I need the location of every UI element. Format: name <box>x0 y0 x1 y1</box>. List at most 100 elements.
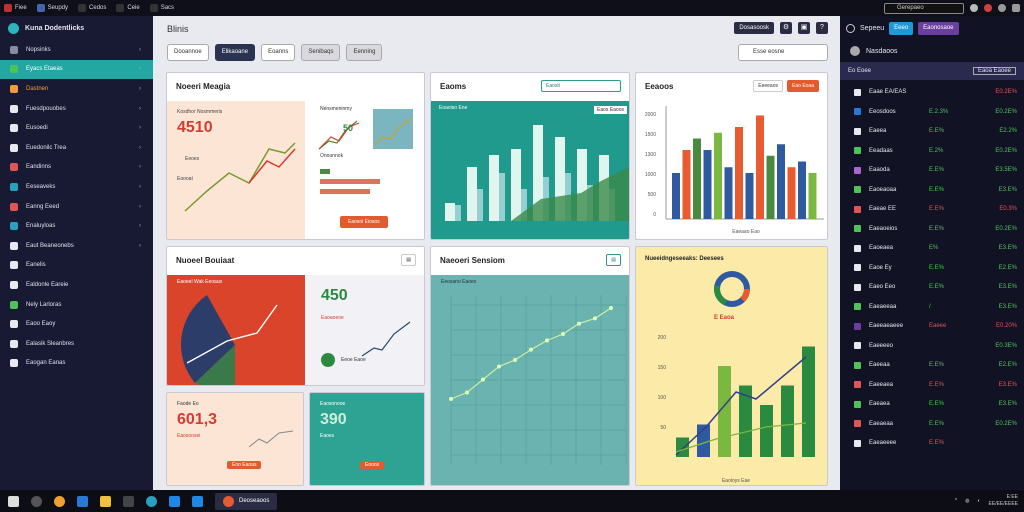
list-item[interactable]: Eaeaoeios E.E% E0.2E% <box>840 219 1024 239</box>
sidebar-item-3[interactable]: Fuesdpouobes › <box>0 99 153 119</box>
rp-button-1[interactable]: Eeeo <box>889 21 914 35</box>
edge-icon[interactable] <box>146 495 157 507</box>
menu-icon[interactable] <box>1012 4 1020 12</box>
topbar-item-4[interactable]: Sacs <box>149 4 174 12</box>
topbar-item-2[interactable]: Cedos <box>78 4 106 12</box>
sidebar-item-11[interactable]: Eanelis <box>0 256 153 276</box>
folder-icon[interactable] <box>100 495 111 507</box>
list-item[interactable]: Eaeeeeo E0.3E% <box>840 336 1024 356</box>
y-tick-label: 2000 <box>645 112 656 118</box>
list-item[interactable]: Eaeeaea E.E% E3.E% <box>840 375 1024 395</box>
topbar-item-3[interactable]: Ceie <box>116 4 140 12</box>
rp-button-2[interactable]: Eaonosaoe <box>918 21 959 35</box>
sidebar-item-0[interactable]: Nopsinks › <box>0 40 153 60</box>
taskbar-active-app[interactable]: Deoseaoos <box>215 492 278 510</box>
sidebar-item-15[interactable]: Ealasik Sleanbres <box>0 334 153 354</box>
list-item[interactable]: Eeadaas E.2% E0.2E% <box>840 141 1024 161</box>
kpi-btn-4[interactable]: Eooos <box>360 461 385 469</box>
list-item[interactable]: Eaeeaa E.E% E2.E% <box>840 355 1024 375</box>
list-icon <box>854 225 861 232</box>
toolbar: Dosasoosk ⚙ ▣ ? <box>734 22 828 34</box>
card-button-2[interactable]: Eao Eoaa <box>787 80 819 92</box>
sidebar-item-10[interactable]: Eaut Beaneonebs › <box>0 236 153 256</box>
mail-icon[interactable] <box>77 495 88 507</box>
kpi-btn-3[interactable]: Eoo Eaoas <box>227 461 262 469</box>
list-item[interactable]: Eeosdoos E.2.3% E0.2E% <box>840 102 1024 122</box>
sidebar-item-label: Euedonilc Trea <box>26 144 67 151</box>
list-item[interactable]: Eaeaeaa E.E% E0.2E% <box>840 414 1024 434</box>
card-button-1[interactable]: Eeeeaos <box>753 80 783 92</box>
list-item[interactable]: Eaoeaea E% E3.E% <box>840 238 1024 258</box>
sidebar-item-6[interactable]: Eandinns › <box>0 158 153 178</box>
card-icon-button[interactable]: ▤ <box>606 254 621 266</box>
sidebar-icon <box>10 300 18 309</box>
list-item[interactable]: Eaae EA/EAS E0.2E% <box>840 82 1024 102</box>
tab-4[interactable]: Eenning <box>346 44 383 61</box>
list-item[interactable]: Eaeea E.E% E2.2% <box>840 121 1024 141</box>
network-icon[interactable]: ◍ <box>965 498 969 504</box>
bar <box>682 150 691 219</box>
kpi-lbl-2: Eeoe Eaoe <box>341 357 366 363</box>
list-change: E.E% <box>929 167 945 173</box>
start-icon[interactable] <box>8 495 19 507</box>
card-action-button[interactable]: Eaosoi Eiosos <box>340 216 388 228</box>
list-item[interactable]: Eaeo Eeo E.E% E3.E% <box>840 277 1024 297</box>
tab-0[interactable]: Dooannoe <box>167 44 209 61</box>
sidebar-item-2[interactable]: Dastnen › <box>0 79 153 99</box>
y-tick-label: 200 <box>658 335 667 341</box>
search-input[interactable]: Gerepaeo <box>884 2 964 14</box>
bell-icon[interactable] <box>970 4 978 12</box>
app-icon[interactable] <box>169 495 180 507</box>
rp-sub-button[interactable]: Eaoa Eaoee <box>972 67 1016 75</box>
vscode-icon[interactable] <box>192 495 203 507</box>
sidebar-item-7[interactable]: Eeseaveks › <box>0 177 153 197</box>
search-icon[interactable] <box>31 495 42 507</box>
sidebar-item-14[interactable]: Eaoo Eaoy <box>0 314 153 334</box>
sidebar-item-4[interactable]: Eusoedi › <box>0 118 153 138</box>
bar <box>703 150 712 219</box>
list-item[interactable]: Eaeeaeaeee Eaeee E0.20% <box>840 316 1024 336</box>
period-dropdown[interactable]: Esse eosne <box>738 44 828 61</box>
data-point <box>465 390 469 395</box>
settings-icon[interactable]: ⚙ <box>780 22 792 34</box>
sidebar-item-5[interactable]: Euedonilc Trea › <box>0 138 153 158</box>
volume-icon[interactable]: ◐ <box>978 498 981 504</box>
browser-icon[interactable] <box>54 495 65 507</box>
sidebar-item-16[interactable]: Eaogan Eanas <box>0 354 153 374</box>
store-icon[interactable] <box>123 495 134 507</box>
list-item[interactable]: Eaeaeeaa / E3.E% <box>840 297 1024 317</box>
sidebar-item-13[interactable]: Nely Larloras <box>0 295 153 315</box>
card-icon-button[interactable]: ▤ <box>401 254 416 266</box>
bar <box>802 346 815 457</box>
toolbar-button[interactable]: Dosasoosk <box>734 22 774 34</box>
chevron-up-icon[interactable]: ^ <box>955 498 957 504</box>
avatar[interactable] <box>984 4 992 12</box>
list-item[interactable]: Eaeae EE E.E% E0.3% <box>840 199 1024 219</box>
help-icon[interactable]: ? <box>816 22 828 34</box>
chevron-right-icon: › <box>139 46 141 53</box>
tab-1[interactable]: Elikaoane <box>214 44 256 61</box>
clock[interactable]: E:EE EE/EE/EEEE <box>989 494 1018 508</box>
sidebar-item-8[interactable]: Eanng Eeed › <box>0 197 153 217</box>
list-item[interactable]: Eaaoda E.E% E3.5E% <box>840 160 1024 180</box>
list-item[interactable]: Eaoeaoaa E.E% E3.E% <box>840 180 1024 200</box>
list-item[interactable]: Eaoe Ey E.E% E2.E% <box>840 258 1024 278</box>
list-icon <box>854 108 861 115</box>
sidebar-item-9[interactable]: Enaluyloas › <box>0 216 153 236</box>
settings-icon[interactable] <box>998 4 1006 12</box>
bookmark-icon[interactable]: ▣ <box>798 22 810 34</box>
sidebar: Kuna Dodentlicks Nopsinks › Eyacs Etaeas › D… <box>0 16 153 490</box>
list-item[interactable]: Eaeaea E.E% E3.E% <box>840 394 1024 414</box>
list-icon <box>854 186 861 193</box>
sidebar-item-1[interactable]: Eyacs Etaeas › <box>0 59 153 80</box>
tab-3[interactable]: Senibaqs <box>301 44 341 61</box>
right-panel-sub: Eo Eoee Eaoa Eaoee <box>840 62 1024 80</box>
sidebar-item-label: Ealasik Sleanbres <box>26 340 75 347</box>
topbar-item-0[interactable]: Fiee <box>4 4 27 12</box>
topbar-item-1[interactable]: Seupdy <box>36 4 68 12</box>
list-item[interactable]: Eaeaeeee E.E% <box>840 433 1024 453</box>
tab-2[interactable]: Eoanns <box>261 44 296 61</box>
card-search-button[interactable]: Eaosit <box>541 80 621 92</box>
sidebar-item-label: Eanng Eeed <box>26 203 60 210</box>
sidebar-item-12[interactable]: Ealdonle Eareie <box>0 275 153 295</box>
